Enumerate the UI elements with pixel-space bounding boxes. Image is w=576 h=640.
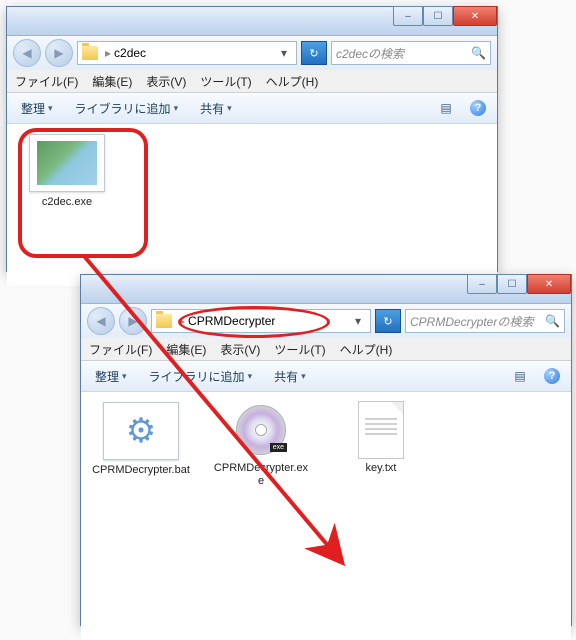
- nav-row: ◀ ▶ ▸ c2dec ▾ ↻ c2decの検索 🔍: [7, 36, 497, 70]
- exe-icon: exe: [224, 402, 298, 458]
- menu-bar: ファイル(F) 編集(E) 表示(V) ツール(T) ヘルプ(H): [81, 338, 571, 361]
- chevron-down-icon: ▾: [48, 103, 53, 114]
- share-button[interactable]: 共有 ▾: [194, 97, 238, 120]
- refresh-button[interactable]: ↻: [375, 309, 401, 333]
- nav-row: ◀ ▶ ▸ CPRMDecrypter ▾ ↻ CPRMDecrypterの検索…: [81, 304, 571, 338]
- back-button[interactable]: ◀: [87, 307, 115, 335]
- path-separator-icon: ▸: [105, 46, 111, 60]
- back-button[interactable]: ◀: [13, 39, 41, 67]
- toolbar: 整理 ▾ ライブラリに追加 ▾ 共有 ▾ ▤ ?: [7, 93, 497, 124]
- menu-file[interactable]: ファイル(F): [89, 341, 152, 358]
- organize-button[interactable]: 整理 ▾: [15, 97, 59, 120]
- chevron-down-icon: ▾: [301, 371, 306, 382]
- search-icon: 🔍: [545, 314, 560, 328]
- close-button[interactable]: ✕: [527, 274, 571, 294]
- menu-file[interactable]: ファイル(F): [15, 73, 78, 90]
- chevron-down-icon: ▾: [248, 371, 253, 382]
- share-label: 共有: [274, 368, 298, 385]
- menu-tools[interactable]: ツール(T): [274, 341, 325, 358]
- search-placeholder: c2decの検索: [336, 45, 404, 62]
- menu-bar: ファイル(F) 編集(E) 表示(V) ツール(T) ヘルプ(H): [7, 70, 497, 93]
- organize-button[interactable]: 整理 ▾: [89, 365, 133, 388]
- chevron-down-icon: ▾: [122, 371, 127, 382]
- refresh-button[interactable]: ↻: [301, 41, 327, 65]
- file-label: key.txt: [366, 462, 397, 475]
- chevron-down-icon: ▾: [174, 103, 179, 114]
- maximize-button[interactable]: ☐: [497, 274, 527, 294]
- content-area[interactable]: c2dec.exe: [7, 124, 497, 286]
- address-dropdown-icon[interactable]: ▾: [276, 46, 292, 60]
- search-icon: 🔍: [471, 46, 486, 60]
- bat-icon: ⚙: [103, 402, 179, 460]
- file-item[interactable]: ⚙ CPRMDecrypter.bat: [91, 402, 191, 488]
- help-button[interactable]: ?: [467, 97, 489, 119]
- file-label: CPRMDecrypter.bat: [92, 464, 190, 477]
- addlib-label: ライブラリに追加: [75, 100, 171, 117]
- address-path: CPRMDecrypter: [188, 314, 275, 328]
- folder-icon: [156, 314, 172, 328]
- toolbar: 整理 ▾ ライブラリに追加 ▾ 共有 ▾ ▤ ?: [81, 361, 571, 392]
- folder-icon: [82, 46, 98, 60]
- minimize-button[interactable]: –: [467, 274, 497, 294]
- menu-help[interactable]: ヘルプ(H): [266, 73, 319, 90]
- help-icon: ?: [470, 100, 486, 116]
- menu-view[interactable]: 表示(V): [220, 341, 260, 358]
- file-item[interactable]: exe CPRMDecrypter.exe: [211, 402, 311, 488]
- address-bar[interactable]: ▸ CPRMDecrypter ▾: [151, 309, 371, 333]
- search-placeholder: CPRMDecrypterの検索: [410, 313, 533, 330]
- file-label: CPRMDecrypter.exe: [211, 462, 311, 488]
- address-path: c2dec: [114, 46, 146, 60]
- menu-tools[interactable]: ツール(T): [200, 73, 251, 90]
- view-options-button[interactable]: ▤: [509, 365, 531, 387]
- help-button[interactable]: ?: [541, 365, 563, 387]
- addlib-button[interactable]: ライブラリに追加 ▾: [69, 97, 185, 120]
- help-icon: ?: [544, 368, 560, 384]
- forward-button[interactable]: ▶: [119, 307, 147, 335]
- addlib-button[interactable]: ライブラリに追加 ▾: [143, 365, 259, 388]
- search-input[interactable]: c2decの検索 🔍: [331, 41, 491, 65]
- menu-help[interactable]: ヘルプ(H): [340, 341, 393, 358]
- file-item[interactable]: c2dec.exe: [17, 134, 117, 209]
- forward-button[interactable]: ▶: [45, 39, 73, 67]
- minimize-button[interactable]: –: [393, 6, 423, 26]
- titlebar: – ☐ ✕: [81, 275, 571, 304]
- view-options-button[interactable]: ▤: [435, 97, 457, 119]
- organize-label: 整理: [95, 368, 119, 385]
- menu-edit[interactable]: 編集(E): [92, 73, 132, 90]
- close-button[interactable]: ✕: [453, 6, 497, 26]
- content-area[interactable]: ⚙ CPRMDecrypter.bat exe CPRMDecrypter.ex…: [81, 392, 571, 640]
- search-input[interactable]: CPRMDecrypterの検索 🔍: [405, 309, 565, 333]
- address-dropdown-icon[interactable]: ▾: [350, 314, 366, 328]
- menu-view[interactable]: 表示(V): [146, 73, 186, 90]
- share-label: 共有: [200, 100, 224, 117]
- organize-label: 整理: [21, 100, 45, 117]
- file-item[interactable]: key.txt: [331, 402, 431, 488]
- address-bar[interactable]: ▸ c2dec ▾: [77, 41, 297, 65]
- file-label: c2dec.exe: [42, 196, 92, 209]
- chevron-down-icon: ▾: [227, 103, 232, 114]
- path-separator-icon: ▸: [179, 314, 185, 328]
- addlib-label: ライブラリに追加: [149, 368, 245, 385]
- maximize-button[interactable]: ☐: [423, 6, 453, 26]
- share-button[interactable]: 共有 ▾: [268, 365, 312, 388]
- exe-icon: [29, 134, 105, 192]
- titlebar: – ☐ ✕: [7, 7, 497, 36]
- menu-edit[interactable]: 編集(E): [166, 341, 206, 358]
- txt-icon: [344, 402, 418, 458]
